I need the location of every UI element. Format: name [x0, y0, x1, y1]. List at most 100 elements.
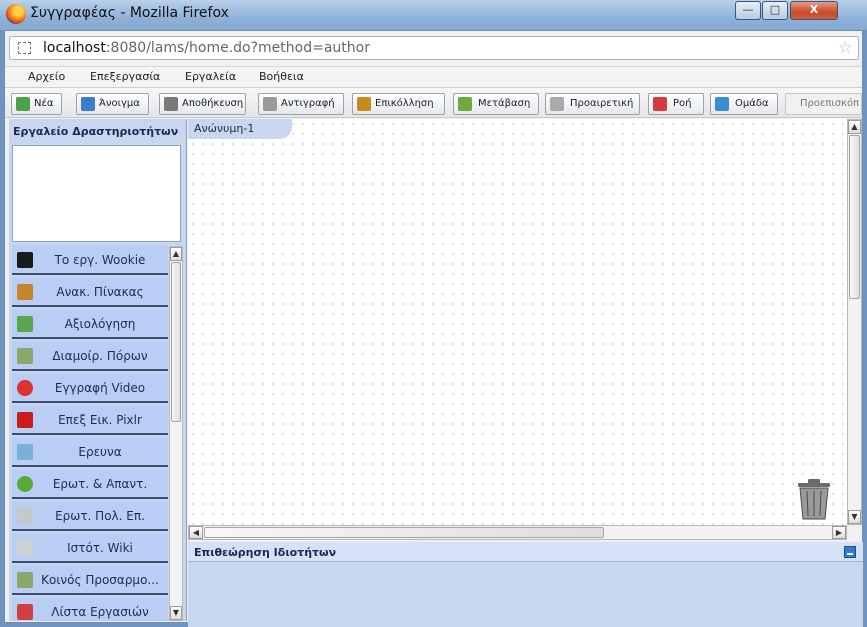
- optional-icon: [550, 97, 564, 111]
- flow-button[interactable]: Ροή: [648, 93, 704, 115]
- tool-label: Ερευνα: [78, 445, 122, 459]
- maximize-window-button[interactable]: □: [762, 1, 788, 20]
- tool-noticeboard[interactable]: Ανακ. Πίνακας: [12, 277, 168, 307]
- noticeboard-icon: [17, 284, 33, 300]
- minimize-window-button[interactable]: —: [735, 1, 761, 20]
- canvas-horizontal-scrollbar[interactable]: ◀ ▶: [188, 525, 847, 540]
- new-button-label: Νέα: [34, 98, 54, 109]
- properties-header: Επιθεώρηση Ιδιοτήτων: [188, 542, 863, 562]
- new-button[interactable]: Νέα: [11, 93, 62, 115]
- tool-qa[interactable]: Ερωτ. & Απαντ.: [12, 469, 168, 499]
- scroll-down-icon[interactable]: ▼: [848, 510, 861, 524]
- scroll-thumb[interactable]: [849, 135, 860, 299]
- group-icon: [715, 97, 729, 111]
- copy-button-label: Αντιγραφή: [281, 98, 335, 109]
- tool-mcq[interactable]: Ερωτ. Πολ. Επ.: [12, 501, 168, 531]
- flow-icon: [653, 97, 667, 111]
- tool-resources[interactable]: Διαμοίρ. Πόρων: [12, 341, 168, 371]
- paste-icon: [357, 97, 371, 111]
- toolbar: Νέα Άνοιγμα Αποθήκευση Αντιγραφή Επικόλλ…: [5, 88, 862, 118]
- tool-video-record[interactable]: Εγγραφή Video: [12, 373, 168, 403]
- close-window-button[interactable]: X: [790, 1, 838, 20]
- tool-label: Λίστα Εργασιών: [51, 605, 149, 619]
- menu-file[interactable]: Αρχείο: [28, 70, 65, 83]
- tool-assessment[interactable]: Αξιολόγηση: [12, 309, 168, 339]
- qa-icon: [17, 476, 33, 492]
- scroll-down-icon[interactable]: ▼: [170, 606, 182, 620]
- tool-label: Εγγραφή Video: [54, 381, 146, 395]
- activity-tools-panel: Εργαλείο Δραστηριοτήτων Το εργ. Wookie Α…: [9, 119, 187, 621]
- tool-shared-forum[interactable]: Κοινός Προσαρμο...: [12, 565, 168, 595]
- tool-label: Ιστότ. Wiki: [67, 541, 133, 555]
- resources-icon: [17, 348, 33, 364]
- save-button[interactable]: Αποθήκευση: [159, 93, 246, 115]
- wiki-icon: [17, 540, 33, 556]
- paste-button[interactable]: Επικόλληση: [352, 93, 445, 115]
- scroll-right-icon[interactable]: ▶: [832, 526, 846, 539]
- window-titlebar: Συγγραφέας - Mozilla Firefox — □ X: [0, 0, 867, 30]
- video-record-icon: [17, 380, 33, 396]
- sharedforum-icon: [17, 572, 33, 588]
- menu-help[interactable]: Βοήθεια: [259, 70, 304, 83]
- address-bar[interactable]: localhost:8080/lams/home.do?method=autho…: [9, 36, 859, 60]
- tool-label: Διαμοίρ. Πόρων: [52, 349, 148, 363]
- tool-label: Ερωτ. & Απαντ.: [52, 477, 148, 491]
- pencil-icon: [458, 97, 472, 111]
- group-button[interactable]: Ομάδα: [710, 93, 778, 115]
- menu-bar: Αρχείο Επεξεργασία Εργαλεία Βοήθεια: [5, 66, 862, 88]
- url-path: :8080/lams/home.do?method=author: [105, 40, 370, 56]
- save-icon: [164, 97, 178, 111]
- optional-button-label: Προαιρετική: [570, 98, 634, 109]
- minimize-icon[interactable]: [844, 546, 856, 558]
- menu-edit[interactable]: Επεξεργασία: [90, 70, 160, 83]
- tool-label: Ανακ. Πίνακας: [56, 285, 144, 299]
- tool-survey[interactable]: Ερευνα: [12, 437, 168, 467]
- browser-content: localhost:8080/lams/home.do?method=autho…: [4, 30, 863, 627]
- tool-wookie[interactable]: Το εργ. Wookie: [12, 245, 168, 275]
- url-text[interactable]: localhost:8080/lams/home.do?method=autho…: [43, 40, 370, 56]
- tasklist-icon: [17, 604, 33, 620]
- flow-button-label: Ροή: [673, 98, 692, 109]
- preview-button[interactable]: Προεπισκόπ: [785, 93, 862, 115]
- sequence-tab[interactable]: Ανώνυμη-1: [188, 119, 292, 139]
- copy-button[interactable]: Αντιγραφή: [258, 93, 344, 115]
- transition-button[interactable]: Μετάβαση: [453, 93, 539, 115]
- tool-task-list[interactable]: Λίστα Εργασιών: [12, 597, 168, 621]
- mcq-icon: [17, 508, 33, 524]
- tool-label: Ερωτ. Πολ. Επ.: [55, 509, 145, 523]
- tool-label: Επεξ Εικ. Pixlr: [58, 413, 142, 427]
- assessment-icon: [17, 316, 33, 332]
- open-button[interactable]: Άνοιγμα: [76, 93, 149, 115]
- optional-button[interactable]: Προαιρετική: [545, 93, 640, 115]
- bookmark-star-icon[interactable]: ☆: [838, 38, 853, 58]
- firefox-logo-icon: [6, 4, 26, 24]
- trash-icon[interactable]: [794, 477, 834, 521]
- scroll-up-icon[interactable]: ▲: [848, 120, 861, 134]
- properties-inspector: Επιθεώρηση Ιδιοτήτων: [188, 542, 863, 627]
- scroll-left-icon[interactable]: ◀: [189, 526, 203, 539]
- open-button-label: Άνοιγμα: [99, 98, 140, 109]
- url-host: localhost: [43, 40, 106, 56]
- window-title: Συγγραφέας - Mozilla Firefox: [30, 5, 229, 21]
- scroll-thumb[interactable]: [171, 262, 181, 422]
- tool-wiki[interactable]: Ιστότ. Wiki: [12, 533, 168, 563]
- tool-label: Αξιολόγηση: [64, 317, 136, 331]
- folder-icon: [81, 97, 95, 111]
- design-canvas[interactable]: Ανώνυμη-1: [188, 119, 847, 525]
- pixlr-icon: [17, 412, 33, 428]
- activity-tools-title: Εργαλείο Δραστηριοτήτων: [13, 125, 179, 138]
- tool-pixlr[interactable]: Επεξ Εικ. Pixlr: [12, 405, 168, 435]
- scroll-thumb[interactable]: [204, 527, 604, 538]
- scroll-up-icon[interactable]: ▲: [170, 247, 182, 261]
- transition-button-label: Μετάβαση: [478, 98, 531, 109]
- tools-scrollbar[interactable]: ▲ ▼: [169, 246, 183, 621]
- page-icon: [18, 42, 31, 54]
- paste-button-label: Επικόλληση: [375, 98, 434, 109]
- survey-icon: [17, 444, 33, 460]
- canvas-vertical-scrollbar[interactable]: ▲ ▼: [847, 119, 862, 525]
- activity-tools-list: Το εργ. Wookie Ανακ. Πίνακας Αξιολόγηση …: [12, 245, 170, 621]
- tool-label: Το εργ. Wookie: [54, 253, 146, 267]
- copy-icon: [263, 97, 277, 111]
- group-button-label: Ομάδα: [735, 98, 769, 109]
- menu-tools[interactable]: Εργαλεία: [185, 70, 236, 83]
